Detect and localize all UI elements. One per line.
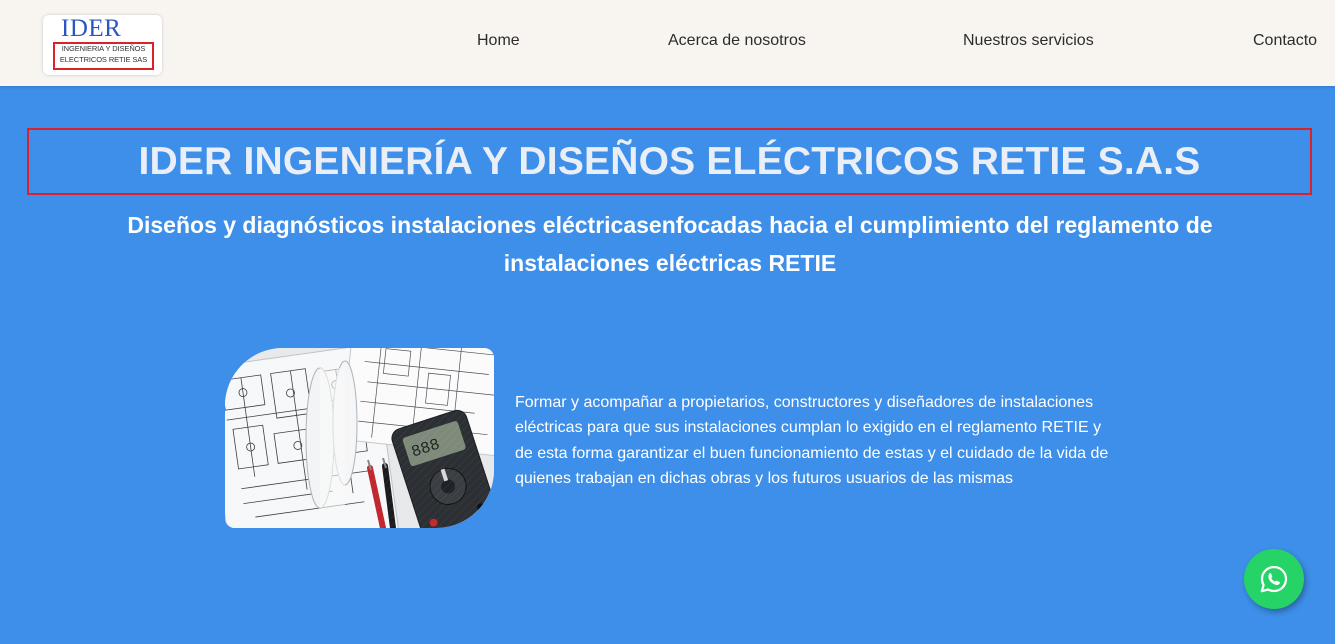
nav-link-services[interactable]: Nuestros servicios [963,31,1094,51]
nav-link-home[interactable]: Home [477,31,520,51]
blueprint-illustration: 888 [225,348,494,528]
hero-title: IDER INGENIERÍA Y DISEÑOS ELÉCTRICOS RET… [138,139,1201,183]
hero-title-box: IDER INGENIERÍA Y DISEÑOS ELÉCTRICOS RET… [27,128,1312,195]
hero-subtitle: Diseños y diagnósticos instalaciones elé… [127,212,1213,276]
site-header: IDER INGENIERIA Y DISEÑOS ELECTRICOS RET… [0,0,1335,86]
logo-tagline-box: INGENIERIA Y DISEÑOS ELECTRICOS RETIE SA… [53,42,154,70]
feature-image: 888 [225,348,494,528]
whatsapp-icon [1260,565,1288,593]
site-logo[interactable]: IDER INGENIERIA Y DISEÑOS ELECTRICOS RET… [43,15,162,75]
logo-tagline-line-1: INGENIERIA Y DISEÑOS [61,44,146,53]
logo-tagline-line-2: ELECTRICOS RETIE SAS [59,54,148,64]
feature-description: Formar y acompañar a propietarios, const… [515,394,1109,487]
nav-link-about[interactable]: Acerca de nosotros [668,31,806,51]
whatsapp-button[interactable] [1244,549,1304,609]
nav-link-contact[interactable]: Contacto [1253,31,1317,51]
logo-wordmark: IDER [61,15,122,42]
